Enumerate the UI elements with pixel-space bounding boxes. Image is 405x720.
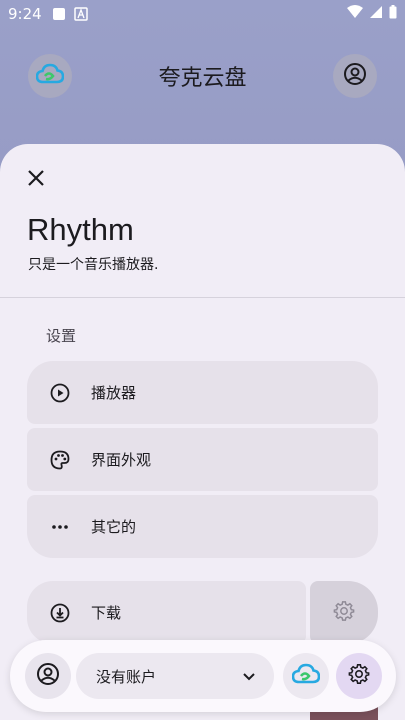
divider [0,297,405,298]
menu-item-label: 其它的 [91,518,137,536]
account-circle-icon [36,662,60,690]
gear-icon [348,663,370,689]
play-circle-icon [49,382,71,404]
menu-item-label: 下载 [91,604,122,622]
app-header: 夸克云盘 [0,54,405,98]
download-circle-icon [49,602,71,624]
cloud-logo-icon [35,63,65,89]
cloud-service-button[interactable] [283,653,329,699]
menu-item-download[interactable]: 下载 [27,581,306,644]
account-select[interactable]: 没有账户 [76,653,274,699]
sheet-title: Rhythm [27,212,134,247]
app-title: 夸克云盘 [158,66,247,91]
settings-sheet: Rhythm 只是一个音乐播放器. 设置 播放器 界面外观 其它的 下载 [0,144,405,720]
gear-icon [333,600,355,626]
cloud-logo-button[interactable] [28,54,72,98]
cloud-logo-icon [291,663,321,689]
settings-button[interactable] [336,653,382,699]
account-bar: 没有账户 [10,640,396,712]
signal-icon [369,5,383,23]
menu-item-appearance[interactable]: 界面外观 [27,428,378,491]
account-avatar-button[interactable] [25,653,71,699]
account-button[interactable] [333,54,377,98]
keyboard-a-icon [73,7,88,21]
wifi-icon [347,5,363,23]
sheet-subtitle: 只是一个音乐播放器. [28,257,159,273]
close-button[interactable] [22,166,50,194]
battery-icon [389,5,397,23]
account-circle-icon [343,62,367,90]
status-bar: 9:24 [0,0,405,28]
section-label-settings: 设置 [46,327,77,345]
menu-item-player[interactable]: 播放器 [27,361,378,424]
chevron-down-icon [238,665,260,687]
account-select-value: 没有账户 [96,667,157,686]
close-icon [27,169,45,191]
download-settings-button[interactable] [310,581,378,644]
status-time: 9:24 [8,5,42,23]
notification-square-icon [52,7,66,21]
more-horiz-icon [49,516,71,538]
menu-item-label: 播放器 [91,384,137,402]
palette-icon [49,449,71,471]
menu-item-label: 界面外观 [91,451,152,469]
status-icons [347,5,397,23]
menu-item-other[interactable]: 其它的 [27,495,378,558]
